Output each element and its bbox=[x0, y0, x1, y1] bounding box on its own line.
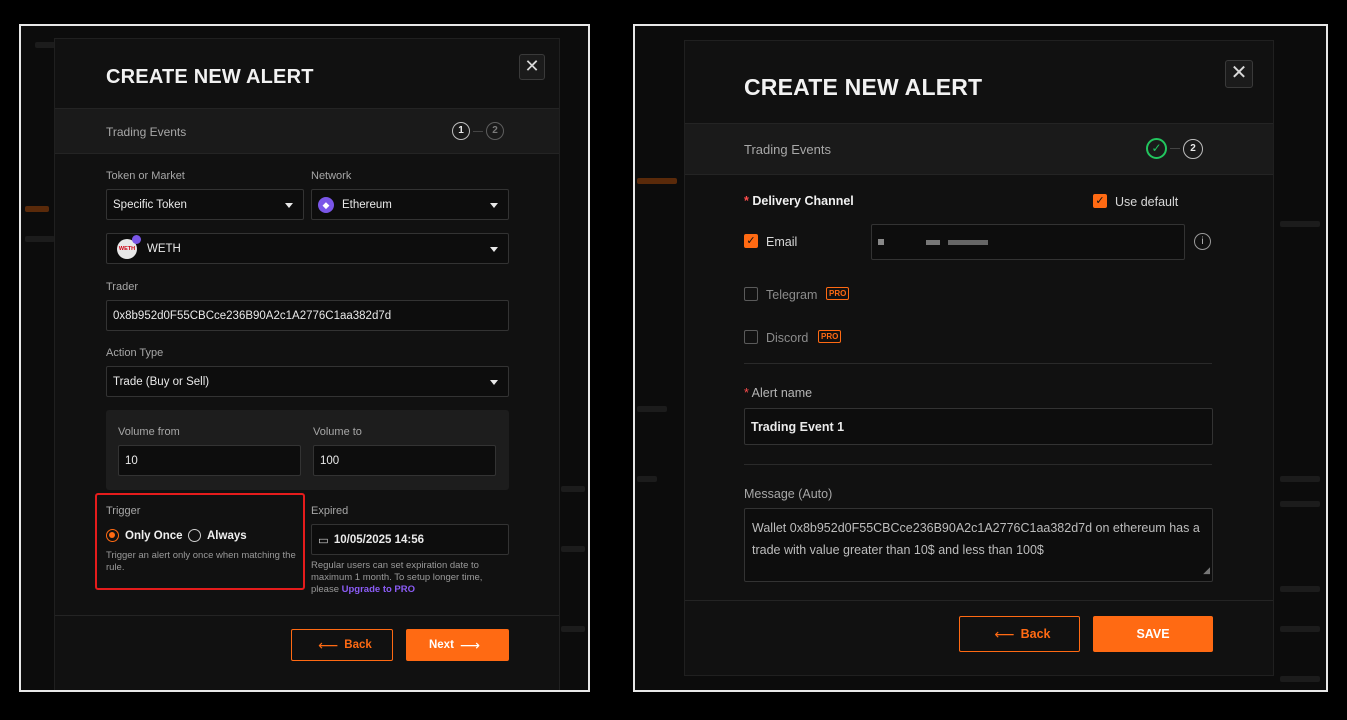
calendar-icon: ▭ bbox=[318, 534, 329, 547]
arrow-left-icon: ⟵ bbox=[318, 636, 339, 653]
email-input[interactable] bbox=[871, 224, 1185, 260]
volume-from-input[interactable]: 10 bbox=[118, 445, 301, 476]
discord-pro-badge: PRO bbox=[818, 330, 842, 343]
ethereum-icon: ◆ bbox=[318, 196, 334, 213]
email-checkbox[interactable]: ✓ bbox=[744, 234, 758, 248]
modal-title: CREATE NEW ALERT bbox=[106, 66, 314, 88]
step-indicator: 1 2 bbox=[452, 122, 504, 140]
token-market-value: Specific Token bbox=[113, 198, 187, 211]
volume-from-value: 10 bbox=[125, 454, 138, 467]
arrow-left-icon: ⟵ bbox=[994, 625, 1015, 642]
upgrade-to-pro-link[interactable]: Upgrade to PRO bbox=[342, 584, 415, 595]
back-button[interactable]: ⟵ Back bbox=[291, 629, 393, 661]
close-icon[interactable]: ✕ bbox=[1225, 60, 1253, 88]
alert-name-label: * Alert name bbox=[744, 386, 813, 400]
trader-label: Trader bbox=[106, 281, 138, 293]
telegram-checkbox[interactable] bbox=[744, 287, 758, 301]
message-label: Message (Auto) bbox=[744, 487, 833, 501]
volume-to-value: 100 bbox=[320, 454, 340, 467]
discord-label: Discord bbox=[766, 331, 809, 345]
volume-from-label: Volume from bbox=[118, 426, 180, 438]
trigger-only-once-label[interactable]: Only Once bbox=[125, 530, 183, 542]
trigger-hint: Trigger an alert only once when matching… bbox=[106, 550, 296, 573]
step-label: Trading Events bbox=[744, 142, 831, 157]
close-icon[interactable]: ✕ bbox=[519, 54, 545, 80]
expired-date-input[interactable]: ▭ 10/05/2025 14:56 bbox=[311, 524, 509, 555]
message-value: Wallet 0x8b952d0F55CBCce236B90A2c1A2776C… bbox=[752, 521, 1200, 557]
telegram-label: Telegram bbox=[766, 288, 818, 302]
resize-handle-icon[interactable]: ◢ bbox=[1203, 559, 1210, 581]
network-value: Ethereum bbox=[342, 198, 392, 211]
back-button[interactable]: ⟵ Back bbox=[959, 616, 1080, 652]
discord-checkbox[interactable] bbox=[744, 330, 758, 344]
token-market-select[interactable]: Specific Token bbox=[106, 189, 304, 220]
trigger-only-once-radio[interactable] bbox=[106, 529, 119, 542]
chevron-down-icon bbox=[490, 247, 498, 252]
volume-range-box: Volume from 10 Volume to 100 bbox=[106, 410, 509, 490]
action-type-select[interactable]: Trade (Buy or Sell) bbox=[106, 366, 509, 397]
step-2-indicator: 2 bbox=[1183, 138, 1203, 159]
message-textarea[interactable]: Wallet 0x8b952d0F55CBCce236B90A2c1A2776C… bbox=[744, 508, 1213, 582]
token-select[interactable]: WETH WETH bbox=[106, 233, 509, 264]
step-1-indicator: 1 bbox=[452, 122, 470, 140]
next-button[interactable]: Next ⟶ bbox=[406, 629, 509, 661]
step-bar: Trading Events ✓ 2 bbox=[685, 123, 1273, 175]
network-select[interactable]: ◆ Ethereum bbox=[311, 189, 509, 220]
save-button[interactable]: SAVE bbox=[1093, 616, 1213, 652]
trader-value: 0x8b952d0F55CBCce236B90A2c1A2776C1aa382d… bbox=[113, 309, 392, 322]
chevron-down-icon bbox=[490, 380, 498, 385]
token-select-value: WETH bbox=[147, 242, 181, 255]
action-type-label: Action Type bbox=[106, 347, 164, 359]
trader-input[interactable]: 0x8b952d0F55CBCce236B90A2c1A2776C1aa382d… bbox=[106, 300, 509, 331]
check-circle-icon: ✓ bbox=[1146, 138, 1167, 159]
token-market-label: Token or Market bbox=[106, 170, 185, 182]
volume-to-input[interactable]: 100 bbox=[313, 445, 496, 476]
action-type-value: Trade (Buy or Sell) bbox=[113, 375, 210, 388]
telegram-pro-badge: PRO bbox=[826, 287, 850, 300]
email-label: Email bbox=[766, 235, 798, 249]
trigger-label: Trigger bbox=[106, 505, 141, 517]
trigger-always-radio[interactable] bbox=[188, 529, 201, 542]
use-default-label[interactable]: Use default bbox=[1115, 195, 1178, 209]
trigger-always-label[interactable]: Always bbox=[207, 530, 247, 542]
left-screenshot-panel: CREATE NEW ALERT ✕ Trading Events 1 2 To… bbox=[19, 24, 590, 692]
delivery-channel-label: * Delivery Channel bbox=[744, 194, 854, 208]
step-label: Trading Events bbox=[106, 125, 187, 139]
step-2-indicator: 2 bbox=[486, 122, 504, 140]
info-icon[interactable]: i bbox=[1194, 233, 1211, 250]
volume-to-label: Volume to bbox=[313, 426, 362, 438]
step-indicator: ✓ 2 bbox=[1146, 138, 1203, 159]
expired-hint: Regular users can set expiration date to… bbox=[311, 560, 483, 595]
step-bar: Trading Events 1 2 bbox=[55, 108, 559, 154]
weth-token-icon: WETH bbox=[117, 234, 141, 259]
alert-name-input[interactable]: Trading Event 1 bbox=[744, 408, 1213, 445]
create-alert-modal-step2: CREATE NEW ALERT ✕ Trading Events ✓ 2 * … bbox=[684, 40, 1274, 676]
chevron-down-icon bbox=[285, 203, 293, 208]
network-label: Network bbox=[311, 170, 352, 182]
modal-title: CREATE NEW ALERT bbox=[744, 74, 983, 100]
chevron-down-icon bbox=[490, 203, 498, 208]
create-alert-modal-step1: CREATE NEW ALERT ✕ Trading Events 1 2 To… bbox=[54, 38, 560, 690]
alert-name-value: Trading Event 1 bbox=[751, 419, 845, 434]
arrow-right-icon: ⟶ bbox=[459, 636, 480, 653]
expired-value: 10/05/2025 14:56 bbox=[333, 533, 425, 546]
use-default-checkbox[interactable]: ✓ bbox=[1093, 194, 1107, 208]
expired-label: Expired bbox=[311, 505, 349, 517]
right-screenshot-panel: CREATE NEW ALERT ✕ Trading Events ✓ 2 * … bbox=[633, 24, 1328, 692]
